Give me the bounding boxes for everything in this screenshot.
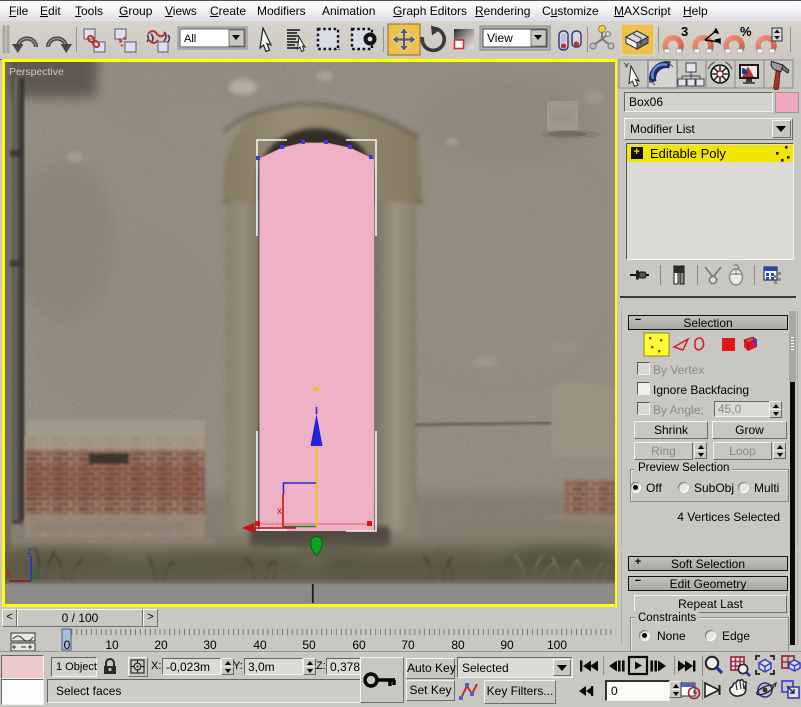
- svg-text:View: View: [487, 31, 513, 45]
- svg-text:BACK: BACK: [552, 115, 571, 122]
- svg-text:x: x: [6, 569, 11, 580]
- svg-text:60: 60: [352, 638, 366, 652]
- svg-text:0: 0: [64, 638, 71, 652]
- svg-text:100: 100: [547, 638, 567, 652]
- svg-text:3: 3: [681, 24, 688, 39]
- svg-text:Perspective: Perspective: [9, 66, 64, 78]
- svg-text:x: x: [277, 506, 282, 517]
- svg-text:90: 90: [500, 638, 514, 652]
- svg-text:All: All: [184, 33, 196, 45]
- svg-text:z: z: [27, 546, 32, 557]
- svg-text:80: 80: [451, 638, 465, 652]
- svg-text:70: 70: [401, 638, 415, 652]
- svg-text:10: 10: [105, 638, 119, 652]
- svg-text:20: 20: [154, 638, 168, 652]
- svg-text:30: 30: [203, 638, 217, 652]
- svg-text:40: 40: [253, 638, 267, 652]
- svg-text:50: 50: [302, 638, 316, 652]
- svg-text:y: y: [34, 566, 39, 577]
- svg-text:%: %: [740, 24, 752, 39]
